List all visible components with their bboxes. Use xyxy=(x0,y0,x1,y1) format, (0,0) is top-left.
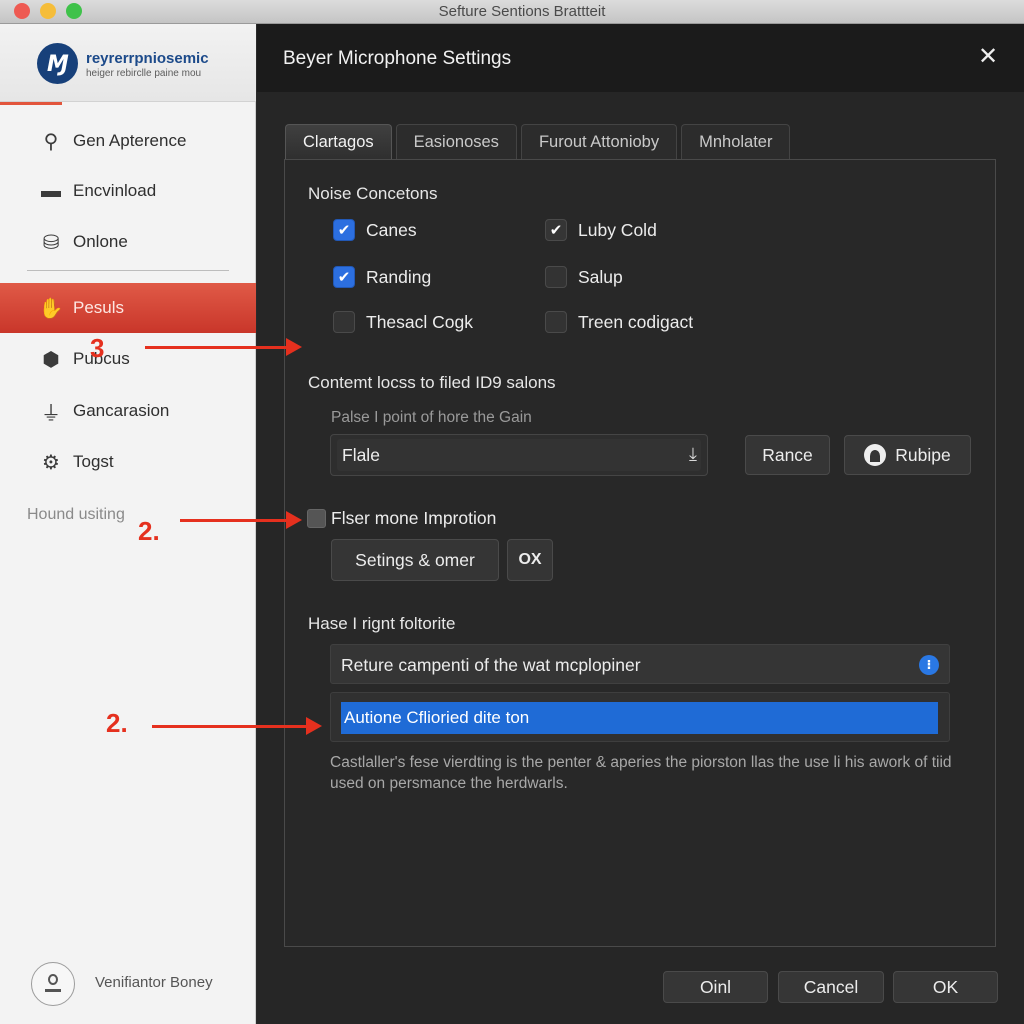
brand-name: reyrerrpniosemic xyxy=(86,50,209,67)
sidebar-divider xyxy=(27,270,229,271)
window-titlebar: Sefture Sentions Brattteit xyxy=(0,0,1024,24)
checkbox-checked-icon: ✔ xyxy=(333,266,355,288)
sidebar-item-encvinload[interactable]: ▬ Encvinload xyxy=(0,169,256,213)
ok-button[interactable]: OK xyxy=(893,971,998,1003)
sidebar-item-label: Onlone xyxy=(73,232,128,251)
checkbox-unchecked-icon xyxy=(545,311,567,333)
annotation-arrow xyxy=(145,338,302,356)
sidebar: Ɱ reyrerrpniosemic heiger rebirclle pain… xyxy=(0,24,256,1024)
hand-icon: ✋ xyxy=(38,297,64,320)
sidebar-item-label: Pesuls xyxy=(73,298,125,317)
checkbox-luby-cold[interactable]: ✔ Luby Cold xyxy=(545,219,657,241)
sidebar-item-pesuls[interactable]: ✋ Pesuls xyxy=(0,283,256,333)
annotation-arrow xyxy=(180,511,302,529)
sidebar-item-gen-apterence[interactable]: ⚲ Gen Apterence xyxy=(0,119,256,163)
rance-button[interactable]: Rance xyxy=(745,435,830,475)
settings-dialog: Beyer Microphone Settings ✕ Clartagos Ea… xyxy=(257,24,1024,1024)
oinl-button[interactable]: Oinl xyxy=(663,971,768,1003)
checkbox-label: Canes xyxy=(366,219,417,240)
tab-bar: Clartagos Easionoses Furout Attonioby Mn… xyxy=(285,124,794,160)
tab-easionoses[interactable]: Easionoses xyxy=(395,124,517,159)
gear-icon: ⚙ xyxy=(42,451,60,474)
database-icon: ⛁ xyxy=(42,231,60,254)
checkbox-checked-icon: ✔ xyxy=(333,219,355,241)
search-icon: ⚲ xyxy=(43,130,59,153)
description-text: Castlaller's fese vierdting is the pente… xyxy=(330,754,952,792)
checkbox-unchecked-icon xyxy=(333,311,355,333)
box-icon: ⬢ xyxy=(42,348,60,371)
annotation-label-2: 2. xyxy=(106,708,128,738)
checkbox-label: Thesacl Cogk xyxy=(366,311,473,332)
brand-header: Ɱ reyrerrpniosemic heiger rebirclle pain… xyxy=(0,24,256,102)
sidebar-item-onlone[interactable]: ⛁ Onlone xyxy=(0,220,256,264)
checkbox-randing[interactable]: ✔ Randing xyxy=(333,266,431,288)
sidebar-muted-label[interactable]: Hound usiting xyxy=(27,506,125,524)
sidebar-item-label: Gen Apterence xyxy=(73,131,187,150)
checkbox-flser-mone-improtion[interactable]: Flser mone Improtion xyxy=(307,508,496,529)
gain-sublabel: Palse I point of hore the Gain xyxy=(331,409,532,426)
close-icon[interactable]: ✕ xyxy=(976,44,1000,70)
sidebar-item-gancarasion[interactable]: ⏚ Gancarasion xyxy=(0,389,256,433)
sidebar-item-pubcus[interactable]: ⬢ Pubcus xyxy=(0,337,256,381)
checkbox-unchecked-icon xyxy=(545,266,567,288)
checkbox-label: Treen codigact xyxy=(578,311,694,332)
annotation-label-3: 3 xyxy=(90,333,105,363)
checkbox-label: Flser mone Improtion xyxy=(331,508,497,528)
info-field[interactable]: Reture campenti of the wat mcplopiner ⁝ xyxy=(330,644,950,684)
option-list: Autione Cflioried dite ton xyxy=(330,692,950,742)
checkbox-label: Salup xyxy=(578,266,623,287)
checkbox-treen-codigact[interactable]: Treen codigact xyxy=(545,311,693,333)
sidebar-item-label: Togst xyxy=(73,452,114,471)
checkbox-label: Randing xyxy=(366,266,432,287)
dialog-title: Beyer Microphone Settings xyxy=(283,48,512,69)
annotation-arrow xyxy=(152,717,322,735)
sidebar-item-togst[interactable]: ⚙ Togst xyxy=(0,440,256,484)
noise-section-title: Noise Concetons xyxy=(308,184,438,203)
user-name: Venifiantor Boney xyxy=(95,974,213,991)
checkbox-canes[interactable]: ✔ Canes xyxy=(333,219,417,241)
info-icon[interactable]: ⁝ xyxy=(919,655,939,675)
checkbox-salup[interactable]: Salup xyxy=(545,266,623,288)
settings-omer-button[interactable]: Setings & omer xyxy=(331,539,499,581)
checkbox-label: Luby Cold xyxy=(578,219,657,240)
calendar-icon: ▬ xyxy=(41,179,61,202)
dialog-header: Beyer Microphone Settings ✕ xyxy=(257,24,1024,92)
content-section-title: Contemt locss to filed ID9 salons xyxy=(308,373,556,392)
checkbox-thesacl-cogk[interactable]: Thesacl Cogk xyxy=(333,311,473,333)
tab-mnholater[interactable]: Mnholater xyxy=(681,124,791,159)
window-title: Sefture Sentions Brattteit xyxy=(438,3,606,20)
list-item-selected[interactable]: Autione Cflioried dite ton xyxy=(341,702,938,734)
user-icon xyxy=(48,974,58,985)
info-field-value: Reture campenti of the wat mcplopiner xyxy=(341,655,641,675)
rubipe-button[interactable]: Rubipe xyxy=(844,435,971,475)
user-icon-base xyxy=(45,989,61,992)
sidebar-item-label: Encvinload xyxy=(73,181,157,200)
tab-furout-attonioby[interactable]: Furout Attonioby xyxy=(520,124,678,159)
ox-button[interactable]: OX xyxy=(507,539,553,581)
cancel-button[interactable]: Cancel xyxy=(778,971,884,1003)
refresh-icon xyxy=(864,444,887,466)
checkbox-checked-icon: ✔ xyxy=(545,219,567,241)
right-section-title: Hase I rignt foltorite xyxy=(308,614,456,633)
sidebar-item-label: Gancarasion xyxy=(73,401,170,420)
brand-tagline: heiger rebirclle paine mou xyxy=(86,68,202,79)
annotation-label-2: 2. xyxy=(138,516,160,546)
chevron-down-icon: ⤓ xyxy=(689,444,697,464)
user-avatar[interactable] xyxy=(31,962,75,1006)
select-value: Flale xyxy=(342,445,380,465)
brand-logo-icon: Ɱ xyxy=(37,43,78,84)
microphone-icon: ⏚ xyxy=(41,402,61,425)
checkbox-unchecked-icon xyxy=(307,509,326,528)
rubipe-label: Rubipe xyxy=(895,444,951,465)
gain-select[interactable]: Flale ⤓ xyxy=(330,434,708,476)
select-inner xyxy=(337,439,701,471)
tab-clartagos[interactable]: Clartagos xyxy=(285,124,392,159)
brand-underline xyxy=(0,102,62,105)
